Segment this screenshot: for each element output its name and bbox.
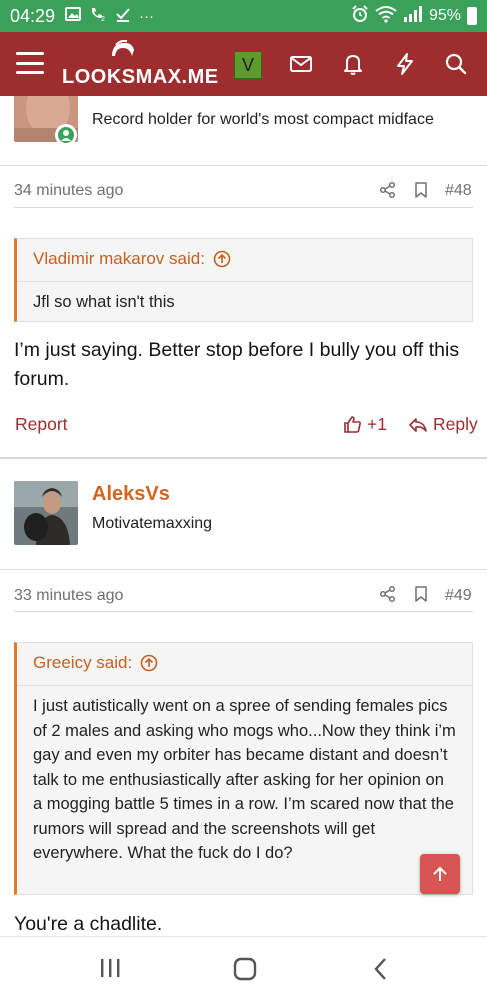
divider — [14, 207, 473, 208]
share-icon[interactable] — [379, 181, 397, 199]
search-icon[interactable] — [442, 50, 470, 78]
post-number[interactable]: #48 — [445, 182, 472, 200]
quote-header[interactable]: Vladimir makarov said: — [33, 249, 231, 269]
envelope-icon[interactable] — [287, 50, 315, 78]
divider — [14, 611, 473, 612]
logo-hair-icon — [112, 40, 134, 56]
svg-text:2: 2 — [101, 16, 105, 22]
avatar[interactable] — [14, 481, 78, 545]
quote-divider — [17, 281, 472, 282]
quote-block: Greeicy said: I just autistically went o… — [14, 642, 473, 895]
arrow-up-icon — [433, 866, 447, 881]
post-message: I’m just saying. Better stop before I bu… — [14, 339, 460, 390]
bell-icon[interactable] — [339, 50, 367, 78]
reply-arrow-icon — [409, 417, 427, 432]
back-icon[interactable] — [370, 957, 392, 981]
post-divider — [0, 457, 487, 459]
user-title: Motivatemaxxing — [92, 515, 213, 532]
system-nav-bar — [0, 936, 487, 1000]
quote-divider — [17, 685, 472, 686]
post-number[interactable]: #49 — [445, 587, 472, 605]
bookmark-icon[interactable] — [412, 585, 430, 603]
recent-apps-icon[interactable] — [98, 957, 122, 979]
quote-author: Greeicy said: — [33, 653, 133, 672]
quote-header[interactable]: Greeicy said: — [33, 653, 158, 673]
bookmark-icon[interactable] — [412, 181, 430, 199]
status-time: 04:29 — [10, 5, 56, 26]
thread-content: Record holder for world's most compact m… — [0, 96, 487, 936]
divider — [0, 569, 487, 570]
status-bar: 04:29 2 ··· 95% — [0, 0, 487, 32]
user-avatar[interactable]: V — [234, 51, 262, 79]
site-logo[interactable]: LOOKSMAX.ME — [62, 40, 218, 90]
image-notification-icon — [65, 7, 82, 25]
post-time[interactable]: 34 minutes ago — [14, 182, 123, 200]
signal-icon — [403, 5, 423, 27]
quote-text: I just autistically went on a spree of s… — [33, 697, 456, 862]
post-time[interactable]: 33 minutes ago — [14, 587, 123, 605]
username[interactable]: AleksVs — [92, 483, 170, 506]
report-link[interactable]: Report — [15, 414, 68, 435]
home-icon[interactable] — [232, 957, 258, 981]
battery-icon — [467, 7, 477, 25]
menu-icon[interactable] — [16, 52, 44, 74]
post-message: You're a chadlite. — [14, 913, 163, 935]
scroll-to-top-button[interactable] — [420, 854, 460, 894]
quote-text: Jfl so what isn't this — [33, 293, 175, 311]
share-icon[interactable] — [379, 585, 397, 603]
reply-button[interactable]: Reply — [408, 414, 478, 435]
wifi-icon — [375, 5, 397, 28]
jump-to-quote-icon[interactable] — [140, 654, 158, 672]
user-title: Record holder for world's most compact m… — [92, 111, 434, 128]
like-button[interactable]: +1 — [343, 414, 387, 435]
like-count: +1 — [367, 414, 387, 434]
more-notifications-icon: ··· — [139, 7, 155, 25]
online-status-icon — [55, 124, 77, 146]
jump-to-quote-icon[interactable] — [213, 250, 231, 268]
download-done-icon — [115, 6, 131, 26]
reply-label: Reply — [433, 414, 478, 434]
report-label: Report — [15, 414, 68, 434]
call-notification-icon: 2 — [89, 6, 107, 26]
lightning-icon[interactable] — [391, 50, 419, 78]
thumbs-up-icon — [344, 416, 361, 433]
top-navbar: LOOKSMAX.ME V — [0, 32, 487, 96]
battery-percent: 95% — [428, 7, 461, 24]
quote-author: Vladimir makarov said: — [33, 249, 205, 268]
alarm-icon — [351, 4, 369, 28]
logo-text: LOOKSMAX.ME — [62, 66, 219, 88]
divider — [0, 165, 487, 166]
quote-block: Vladimir makarov said: Jfl so what isn't… — [14, 238, 473, 322]
